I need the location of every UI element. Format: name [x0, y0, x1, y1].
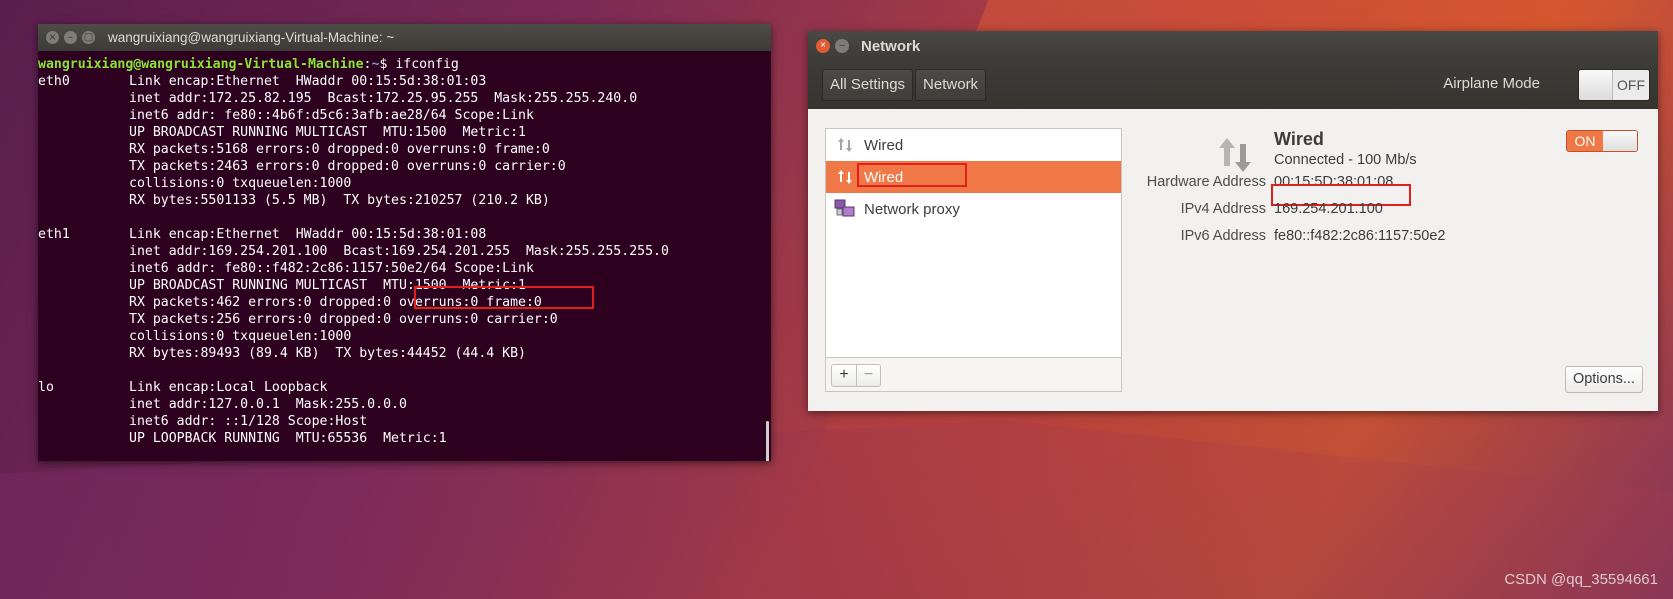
terminal-line: UP LOOPBACK RUNNING MTU:65536 Metric:1 — [129, 431, 447, 446]
hardware-address-label: Hardware Address — [1146, 174, 1266, 190]
network-settings-window[interactable]: × – Network All Settings Network Airplan… — [808, 31, 1658, 411]
list-item-wired[interactable]: Wired — [826, 129, 1121, 161]
airplane-mode-toggle[interactable]: OFF — [1578, 69, 1650, 101]
terminal-line: collisions:0 txqueuelen:1000 — [129, 176, 352, 191]
ipv6-address-value: fe80::f482:2c86:1157:50e2 — [1274, 228, 1446, 244]
connection-toggle[interactable]: ON — [1566, 130, 1638, 152]
terminal-window[interactable]: × – □ wangruixiang@wangruixiang-Virtual-… — [38, 24, 771, 461]
terminal-line: lo Link encap:Local Loopback — [38, 380, 328, 395]
terminal-line: inet6 addr: fe80::4b6f:d5c6:3afb:ae28/64… — [129, 108, 534, 123]
network-toolbar: All Settings Network Airplane Mode OFF — [808, 61, 1658, 109]
prompt-user: wangruixiang@wangruixiang-Virtual-Machin… — [38, 57, 364, 72]
connection-list: Wired Wired Network proxy + − — [825, 128, 1122, 392]
terminal-line: UP BROADCAST RUNNING MULTICAST MTU:1500 … — [129, 278, 526, 293]
prompt-command: ifconfig — [395, 57, 459, 72]
terminal-line: eth1 Link encap:Ethernet HWaddr 00:15:5d:… — [38, 227, 487, 242]
list-item-wired-selected[interactable]: Wired — [826, 161, 1121, 193]
airplane-mode-label: Airplane Mode — [1443, 75, 1540, 92]
terminal-title: wangruixiang@wangruixiang-Virtual-Machin… — [108, 30, 395, 45]
prompt-symbol: $ — [379, 57, 396, 72]
toggle-state-label: OFF — [1617, 77, 1645, 93]
network-titlebar[interactable]: × – Network — [808, 31, 1658, 61]
close-icon[interactable]: × — [46, 31, 59, 44]
network-proxy-icon — [832, 198, 858, 220]
close-icon[interactable]: × — [816, 39, 830, 53]
list-item-network-proxy[interactable]: Network proxy — [826, 193, 1121, 225]
terminal-line: RX bytes:89493 (89.4 KB) TX bytes:44452 … — [129, 346, 526, 361]
terminal-prompt-line: wangruixiang@wangruixiang-Virtual-Machin… — [38, 56, 771, 73]
list-footer: + − — [826, 357, 1121, 391]
list-item-label: Network proxy — [864, 200, 960, 218]
wired-icon — [832, 166, 858, 188]
terminal-line: inet addr:172.25.82.195 Bcast:172.25.95.… — [129, 91, 638, 106]
terminal-line: TX packets:2463 errors:0 dropped:0 overr… — [129, 159, 566, 174]
wired-icon — [832, 134, 858, 156]
list-add-remove-group: + − — [831, 364, 881, 387]
terminal-line: inet6 addr: fe80::f482:2c86:1157:50e2/64… — [129, 261, 534, 276]
add-connection-button[interactable]: + — [832, 365, 856, 386]
terminal-output[interactable]: wangruixiang@wangruixiang-Virtual-Machin… — [38, 51, 771, 461]
wired-icon — [1216, 136, 1254, 174]
connection-name: Wired — [1274, 129, 1324, 149]
ipv6-address-label: IPv6 Address — [1180, 228, 1266, 244]
network-breadcrumb-button[interactable]: Network — [915, 69, 987, 101]
terminal-line: collisions:0 txqueuelen:1000 — [129, 329, 352, 344]
window-title: Network — [861, 37, 921, 55]
all-settings-button[interactable]: All Settings — [822, 69, 914, 101]
terminal-line: eth0 Link encap:Ethernet HWaddr 00:15:5d:… — [38, 74, 487, 89]
remove-connection-button[interactable]: − — [856, 365, 880, 386]
terminal-titlebar[interactable]: × – □ wangruixiang@wangruixiang-Virtual-… — [38, 24, 771, 51]
terminal-scrollbar[interactable] — [766, 421, 769, 461]
options-button[interactable]: Options... — [1564, 366, 1643, 393]
toggle-knob — [1603, 131, 1637, 151]
terminal-line: UP BROADCAST RUNNING MULTICAST MTU:1500 … — [129, 125, 526, 140]
list-item-label: Wired — [864, 136, 904, 154]
maximize-icon[interactable]: □ — [82, 31, 95, 44]
watermark: CSDN @qq_35594661 — [1504, 571, 1658, 588]
minimize-icon[interactable]: – — [64, 31, 77, 44]
terminal-line: inet addr:127.0.0.1 Mask:255.0.0.0 — [129, 397, 407, 412]
minimize-icon[interactable]: – — [835, 39, 849, 53]
highlight-box-wired — [857, 163, 967, 187]
highlight-box-hwaddr — [414, 286, 594, 309]
ipv4-address-value: 169.254.201.100 — [1274, 201, 1383, 217]
ipv4-address-label: IPv4 Address — [1180, 201, 1266, 217]
toggle-state-label: ON — [1567, 131, 1603, 151]
terminal-line: inet addr:169.254.201.100 Bcast:169.254.… — [129, 244, 669, 259]
terminal-line: inet6 addr: ::1/128 Scope:Host — [129, 414, 368, 429]
connection-status: Connected - 100 Mb/s — [1274, 152, 1417, 168]
terminal-line: TX packets:256 errors:0 dropped:0 overru… — [129, 312, 558, 327]
terminal-line: RX bytes:5501133 (5.5 MB) TX bytes:21025… — [129, 193, 550, 208]
toggle-knob — [1579, 70, 1613, 100]
terminal-line: RX packets:462 errors:0 dropped:0 overru… — [129, 295, 542, 310]
terminal-line: RX packets:5168 errors:0 dropped:0 overr… — [129, 142, 550, 157]
